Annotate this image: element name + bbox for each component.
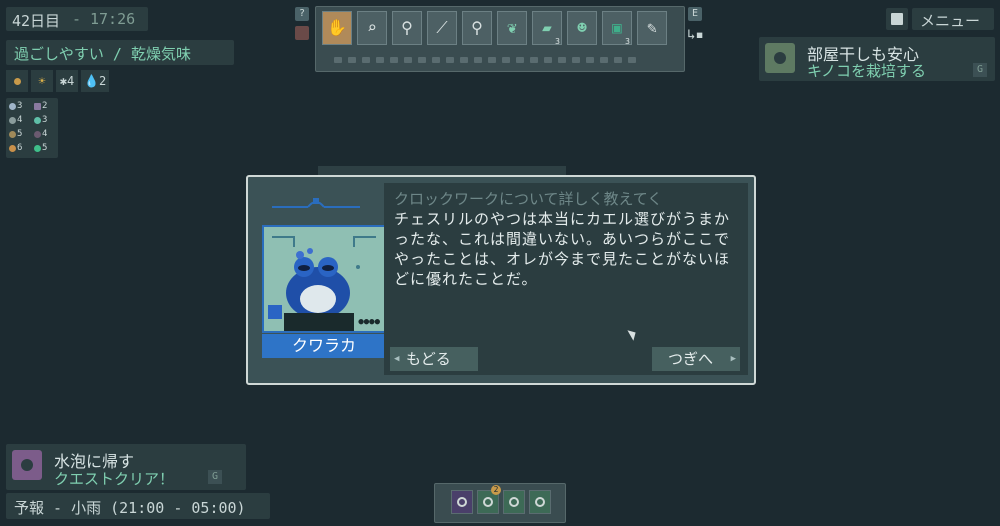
back-label: もどる [406, 350, 451, 368]
frog-portrait: ●●●● [262, 225, 386, 333]
back-button[interactable]: ◀ もどる [390, 347, 478, 371]
eraser-count: 3 [555, 37, 560, 46]
tank-count: 3 [625, 37, 630, 46]
active-quest-panel[interactable]: 部屋干しも安心 キノコを栽培する G [759, 37, 995, 81]
trowel-icon: ⚲ [401, 18, 413, 37]
hotbar-slot-2[interactable]: 2 [477, 485, 501, 514]
menu-button[interactable]: メニュー [912, 8, 994, 30]
shovel-icon: ⟋ [436, 18, 448, 37]
quest-key-hint: G [208, 470, 222, 484]
spray-tool-slot[interactable]: ⚲ [462, 11, 492, 45]
time-separator: - [72, 10, 82, 28]
fungus-icon [9, 102, 16, 110]
weather-forecast: 予報 - 小雨 (21:00 - 05:00) [6, 493, 270, 519]
moss-icon [34, 144, 41, 152]
speaker-portrait-frame: ●●●● クワラカ [254, 189, 386, 361]
trowel-tool-slot[interactable]: ⚲ [392, 11, 422, 45]
day-counter: 42日目 [12, 12, 61, 30]
forecast-text: 予報 - 小雨 (21:00 - 05:00) [14, 499, 246, 517]
swap-key-hint[interactable]: E [688, 7, 702, 21]
frog-item-slot[interactable]: ☻ [567, 11, 597, 45]
frog-character-icon [264, 227, 384, 331]
speaker-name: クワラカ [262, 334, 386, 358]
glove-tool-slot[interactable]: ✋ [322, 11, 352, 45]
grass-icon [34, 116, 41, 124]
stone-icon [9, 116, 16, 124]
water-drop-icon: 💧 [84, 74, 99, 88]
eraser-tool-slot[interactable]: ▰ 3 [532, 11, 562, 46]
acorn-icon [9, 130, 16, 138]
plant-count-row: 2 [34, 101, 47, 111]
save-button[interactable] [886, 8, 908, 30]
next-button[interactable]: つぎへ ▶ [652, 347, 740, 371]
plant-count-row: 4 [34, 129, 47, 139]
quest-key-hint: G [973, 63, 987, 77]
quest-icon [765, 43, 795, 73]
right-arrow-icon: ▶ [730, 354, 736, 364]
weather-condition: 過ごしやすい / 乾燥気味 [14, 45, 191, 63]
magnifier-icon: ⌕ [367, 18, 377, 37]
coin-icon [6, 70, 28, 92]
plant-count-row: 5 [9, 129, 22, 139]
tank-icon: ▣ [612, 18, 622, 37]
shell-icon [34, 130, 41, 138]
plant-count-row: 3 [9, 101, 22, 111]
water-count: 2 [98, 74, 107, 88]
hotbar-slot-4[interactable] [529, 490, 551, 514]
magnifier-tool-slot[interactable]: ⌕ [357, 11, 387, 45]
seed-icon [9, 144, 16, 152]
previous-dialogue-line: クロックワークについて詳しく教えてく [394, 190, 663, 208]
sparkle-icon: ✱ [59, 74, 67, 88]
spray-icon: ⚲ [471, 18, 483, 37]
tank-item-slot[interactable]: ▣ 3 [602, 11, 632, 46]
water-stat: 💧 2 [81, 70, 110, 92]
quest-complete-icon [12, 450, 42, 480]
plant-count-row: 3 [34, 115, 47, 125]
hotbar-slot-3[interactable] [503, 490, 525, 514]
ornament-icon [272, 198, 360, 208]
plant-count-row: 5 [34, 143, 47, 153]
weather-panel: 過ごしやすい / 乾燥気味 [6, 40, 234, 65]
eraser-icon: ▰ [542, 18, 552, 37]
left-arrow-icon: ◀ [394, 354, 400, 364]
leaf-tool-slot[interactable]: ❦ [497, 11, 527, 45]
swap-arrow-icon: ↳▪ [687, 27, 704, 43]
shovel-tool-slot[interactable]: ⟋ [427, 11, 457, 45]
day-time-panel: 42日目 - 17:26 [6, 7, 148, 31]
hotbar-slot-1[interactable] [451, 490, 473, 514]
frog-icon: ☻ [577, 18, 587, 37]
floppy-disk-icon [891, 13, 903, 25]
hotbar-badge: 2 [491, 485, 501, 495]
quick-hotbar: 2 [434, 483, 566, 523]
sun-icon: ☀ [31, 70, 53, 92]
quest-status: クエストクリア！ [54, 470, 175, 488]
tool-page-indicator [334, 57, 664, 65]
clock-time: 17:26 [90, 10, 136, 28]
resource-stats: ☀ ✱ 4 💧 2 [6, 70, 110, 92]
record-button[interactable] [295, 26, 309, 40]
knife-icon: ✎ [647, 18, 657, 37]
tool-bar: ✋ ⌕ ⚲ ⟋ ⚲ ❦ ▰ 3 ☻ ▣ 3 ✎ [315, 6, 685, 72]
leaf-icon: ❦ [507, 18, 517, 37]
plant-count-row: 4 [9, 115, 22, 125]
glove-icon: ✋ [327, 18, 347, 37]
portrait-counter: ●●●● [358, 317, 380, 327]
sparkle-stat: ✱ 4 [56, 70, 78, 92]
plant-count-row: 6 [9, 143, 22, 153]
help-button[interactable]: ? [295, 7, 309, 21]
completed-quest-panel[interactable]: 水泡に帰す クエストクリア！ G [6, 444, 246, 490]
pot-icon [34, 102, 41, 110]
knife-tool-slot[interactable]: ✎ [637, 11, 667, 45]
dialogue-box: ●●●● クワラカ クロックワークについて詳しく教えてく チェスリルのやつは本当… [246, 175, 756, 385]
plant-inventory-panel: 3 2 4 3 5 4 6 5 [6, 98, 58, 158]
dialogue-text: チェスリルのやつは本当にカエル選びがうまかったな、これは間違いない。あいつらがこ… [394, 210, 731, 288]
quest-objective: キノコを栽培する [807, 62, 926, 80]
next-label: つぎへ [668, 350, 714, 368]
sparkle-count: 4 [67, 74, 75, 88]
